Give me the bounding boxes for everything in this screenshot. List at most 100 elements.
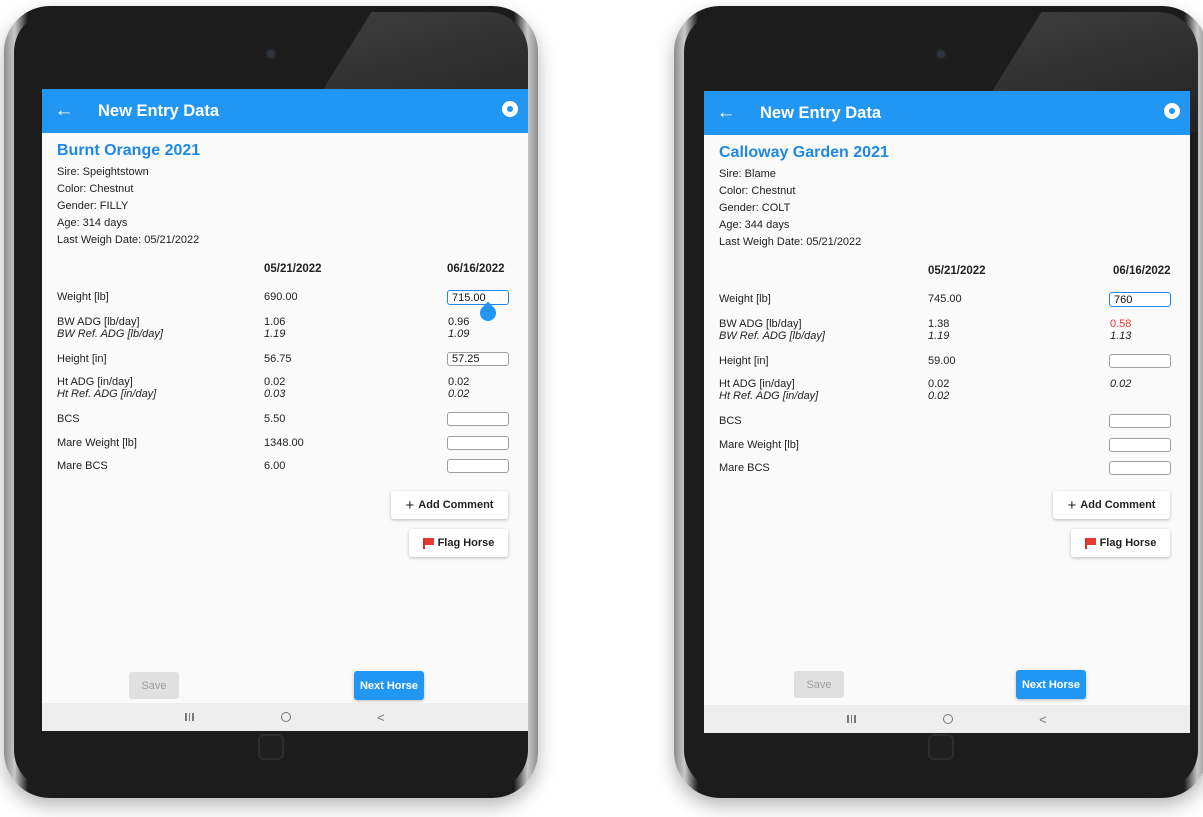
bw-ref-adg-prev-value: 1.19 <box>264 328 286 340</box>
bcs-input[interactable] <box>1109 414 1171 428</box>
system-nav-bar: < <box>704 705 1190 733</box>
home-icon[interactable] <box>280 712 291 722</box>
tablet-right: ← New Entry Data Calloway Garden 2021 Si… <box>674 6 1203 798</box>
mare-weight-input[interactable] <box>1109 438 1171 452</box>
horse-info: Sire: Speightstown Color: Chestnut Gende… <box>57 164 199 249</box>
tablet-bezel: ← New Entry Data Calloway Garden 2021 Si… <box>684 12 1198 790</box>
next-horse-button[interactable]: Next Horse <box>354 671 424 700</box>
height-previous: 56.75 <box>264 353 292 365</box>
add-comment-button[interactable]: + Add Comment <box>1053 491 1170 519</box>
save-button[interactable]: Save <box>129 672 179 699</box>
bw-ref-adg-label: BW Ref. ADG [lb/day] <box>57 328 163 340</box>
tablet-bezel: ← New Entry Data Burnt Orange 2021 Sire:… <box>14 12 528 790</box>
ht-adg-label-text: Ht ADG [in/day] <box>719 378 795 390</box>
settings-icon[interactable] <box>502 101 518 117</box>
bw-ref-adg-new-value: 1.13 <box>1110 330 1132 342</box>
app-screen: ← New Entry Data Calloway Garden 2021 Si… <box>704 91 1190 733</box>
page-title: New Entry Data <box>98 101 220 120</box>
tablet-left: ← New Entry Data Burnt Orange 2021 Sire:… <box>4 6 538 798</box>
ht-ref-adg-new-value: 0.02 <box>448 388 470 400</box>
bw-adg-current: 0.96 1.09 <box>448 316 469 340</box>
ht-adg-current: 0.02 0.02 <box>448 376 469 400</box>
ht-adg-previous: 0.02 0.03 <box>264 376 285 400</box>
bw-ref-adg-prev-value: 1.19 <box>928 330 950 342</box>
bw-adg-new-value: 0.58 <box>1110 318 1132 330</box>
back-arrow-icon[interactable]: ← <box>704 91 748 135</box>
height-previous: 59.00 <box>928 355 956 367</box>
color-text: Color: Chestnut <box>719 185 796 197</box>
bw-adg-current: 0.58 1.13 <box>1110 318 1131 342</box>
recent-apps-icon[interactable] <box>185 713 194 721</box>
bcs-previous: 5.50 <box>264 413 286 425</box>
flag-horse-button[interactable]: Flag Horse <box>1071 529 1170 557</box>
hardware-home-button <box>928 734 954 760</box>
weight-previous: 745.00 <box>928 293 962 305</box>
flag-horse-button[interactable]: Flag Horse <box>409 529 508 557</box>
age-text: Age: 344 days <box>719 219 790 231</box>
text-cursor-handle[interactable] <box>476 301 500 325</box>
next-horse-button[interactable]: Next Horse <box>1016 670 1086 699</box>
camera-icon <box>937 50 945 58</box>
bcs-input[interactable] <box>447 412 509 426</box>
ht-ref-adg-prev-value: 0.02 <box>928 390 950 402</box>
bw-ref-adg-label: BW Ref. ADG [lb/day] <box>719 330 825 342</box>
system-nav-bar: < <box>42 703 528 731</box>
home-icon[interactable] <box>942 714 953 724</box>
page-title: New Entry Data <box>760 103 882 122</box>
ht-ref-adg-prev-value: 0.03 <box>264 388 286 400</box>
previous-date-header: 05/21/2022 <box>264 263 322 275</box>
mare-weight-previous: 1348.00 <box>264 437 304 449</box>
bw-adg-previous: 1.06 1.19 <box>264 316 285 340</box>
bw-adg-prev-value: 1.38 <box>928 318 950 330</box>
weight-input[interactable] <box>1109 292 1171 307</box>
bw-adg-label: BW ADG [lb/day] BW Ref. ADG [lb/day] <box>57 316 163 340</box>
bw-adg-label-text: BW ADG [lb/day] <box>719 318 802 330</box>
bw-adg-prev-value: 1.06 <box>264 316 286 328</box>
bw-adg-label: BW ADG [lb/day] BW Ref. ADG [lb/day] <box>719 318 825 342</box>
gender-text: Gender: FILLY <box>57 200 129 212</box>
camera-icon <box>267 50 275 58</box>
sire-text: Sire: Blame <box>719 168 776 180</box>
current-date-header: 06/16/2022 <box>1113 265 1171 277</box>
ht-ref-adg-label: Ht Ref. ADG [in/day] <box>57 388 157 400</box>
weight-input[interactable] <box>447 290 509 305</box>
last-weigh-text: Last Weigh Date: 05/21/2022 <box>57 234 200 246</box>
nav-back-icon[interactable]: < <box>1039 712 1047 727</box>
app-bar: ← New Entry Data <box>704 91 1190 135</box>
ht-adg-current: 0.02 <box>1110 378 1131 390</box>
mare-bcs-input[interactable] <box>1109 461 1171 475</box>
height-input[interactable] <box>447 352 509 366</box>
add-comment-button[interactable]: + Add Comment <box>391 491 508 519</box>
mare-bcs-label: Mare BCS <box>719 462 770 474</box>
settings-icon[interactable] <box>1164 103 1180 119</box>
add-comment-label: Add Comment <box>418 499 494 511</box>
back-arrow-icon[interactable]: ← <box>42 89 86 133</box>
mare-bcs-input[interactable] <box>447 459 509 473</box>
mare-bcs-label: Mare BCS <box>57 460 108 472</box>
bw-adg-label-text: BW ADG [lb/day] <box>57 316 140 328</box>
nav-back-icon[interactable]: < <box>377 710 385 725</box>
sire-text: Sire: Speightstown <box>57 166 149 178</box>
age-text: Age: 314 days <box>57 217 128 229</box>
previous-date-header: 05/21/2022 <box>928 265 986 277</box>
recent-apps-icon[interactable] <box>847 715 856 723</box>
bw-adg-new-value: 0.96 <box>448 316 470 328</box>
plus-icon: + <box>405 496 415 514</box>
mare-bcs-previous: 6.00 <box>264 460 286 472</box>
save-button[interactable]: Save <box>794 671 844 698</box>
ht-ref-adg-label: Ht Ref. ADG [in/day] <box>719 390 819 402</box>
hardware-home-button <box>258 734 284 760</box>
horse-info: Sire: Blame Color: Chestnut Gender: COLT… <box>719 166 861 251</box>
ht-adg-new-value: 0.02 <box>448 376 470 388</box>
flag-horse-label: Flag Horse <box>437 537 495 549</box>
mare-weight-input[interactable] <box>447 436 509 450</box>
height-label: Height [in] <box>719 355 769 367</box>
height-input[interactable] <box>1109 354 1171 368</box>
current-date-header: 06/16/2022 <box>447 263 505 275</box>
weight-previous: 690.00 <box>264 291 298 303</box>
weight-label: Weight [lb] <box>57 291 109 303</box>
gender-text: Gender: COLT <box>719 202 791 214</box>
plus-icon: + <box>1067 496 1077 514</box>
red-flag-icon <box>422 538 434 549</box>
bcs-label: BCS <box>719 415 742 427</box>
